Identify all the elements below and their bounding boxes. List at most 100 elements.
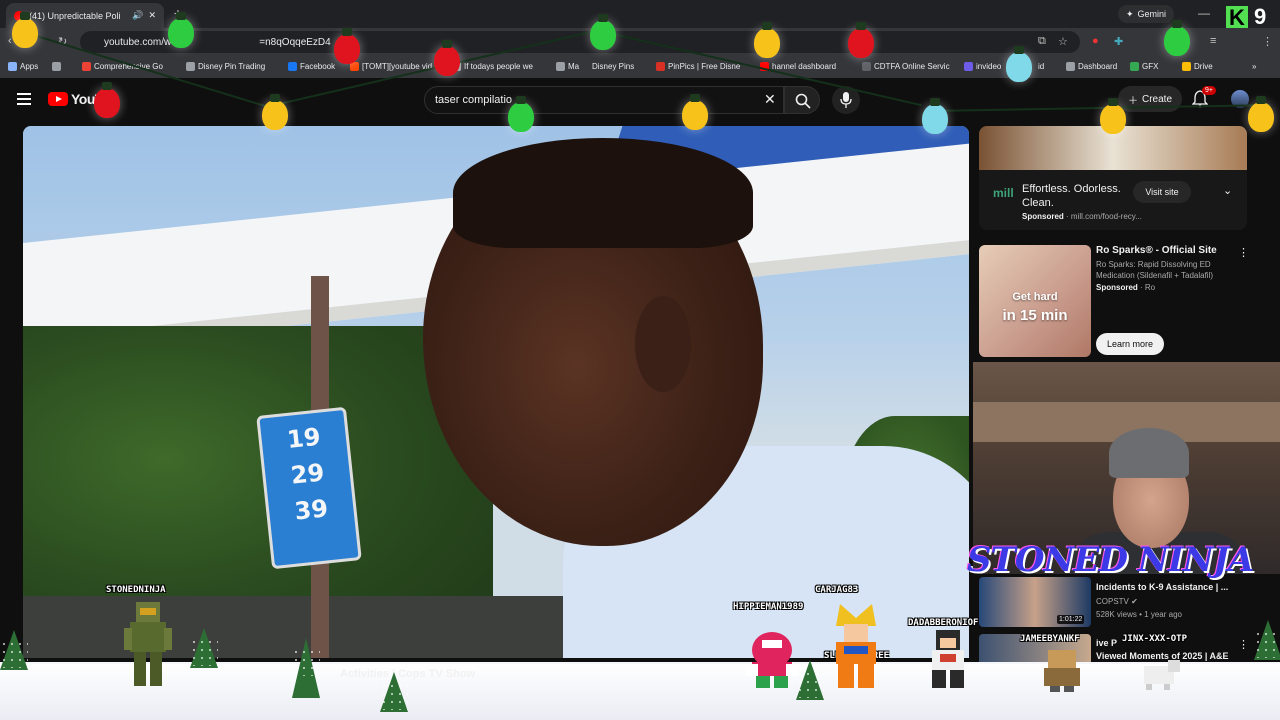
webcam-person-beanie: [1109, 428, 1189, 478]
grid-icon: [52, 62, 61, 71]
sparkle-icon: ✦: [1126, 8, 1134, 19]
recommended-video-title[interactable]: Incidents to K-9 Assistance | ...: [1096, 582, 1236, 592]
minimize-window-icon[interactable]: —: [1198, 6, 1210, 20]
red-light-bulb-icon: [848, 22, 874, 58]
sponsored-label: Sponsored: [1096, 283, 1138, 292]
green-light-bulb-icon: [508, 96, 534, 132]
bookmark-favicon-icon: [186, 62, 195, 71]
bookmark-apps[interactable]: Apps: [8, 62, 38, 71]
video-player[interactable]: 19 29 39: [23, 126, 969, 658]
ad-description: Ro Sparks: Rapid Dissolving ED Medicatio…: [1096, 260, 1214, 280]
gas-price-sign: 19 29 39: [256, 406, 362, 570]
create-label: Create: [1141, 93, 1172, 105]
stoned-ninja-overlay-text: STONED NINJA: [967, 540, 1254, 580]
visit-site-button[interactable]: Visit site: [1133, 181, 1191, 203]
yellow-light-bulb-icon: [1100, 98, 1126, 134]
chat-username-label: JINX-XXX-OTP: [1122, 634, 1188, 644]
red-light-bulb-icon: [434, 40, 460, 76]
microphone-icon: [840, 92, 852, 108]
bookmark-item[interactable]: Ma: [556, 62, 579, 71]
bookmark-favicon-icon: [1130, 62, 1139, 71]
more-options-icon[interactable]: ⋮: [1238, 246, 1249, 259]
ad-thumbnail-ro[interactable]: Get hard in 15 min: [979, 245, 1091, 357]
back-icon[interactable]: ‹: [8, 35, 12, 47]
speaker-icon[interactable]: 🔊: [132, 10, 143, 21]
pine-tree-icon: [380, 672, 408, 712]
red-light-bulb-icon: [334, 28, 360, 64]
search-input[interactable]: taser compilatio: [424, 86, 784, 114]
video-meta: 528K views • 1 year ago: [1096, 610, 1182, 619]
facebook-icon: [288, 62, 297, 71]
bookmark-item[interactable]: Facebook: [288, 62, 335, 71]
media-controls-icon[interactable]: ≡: [1210, 35, 1216, 47]
ad-title: Effortless. Odorless. Clean.: [1022, 183, 1121, 209]
chat-username-label: STONEDNINJA: [106, 585, 166, 595]
bookmark-item[interactable]: CDTFA Online Servic: [862, 62, 950, 71]
bookmark-item[interactable]: Drive: [1182, 62, 1213, 71]
bookmark-item[interactable]: PinPics | Free Disne: [656, 62, 740, 71]
chevron-down-icon[interactable]: ⌄: [1223, 184, 1232, 197]
search-button[interactable]: [784, 86, 820, 114]
chat-username-label: DADABBERONIOF: [908, 618, 979, 628]
bookmark-favicon-icon: [862, 62, 871, 71]
man-ear: [635, 296, 691, 392]
ad-domain: mill.com/food-recy...: [1070, 212, 1142, 221]
megaman-sprite: [932, 630, 964, 688]
clear-search-icon[interactable]: ✕: [764, 91, 776, 108]
bookmark-item[interactable]: id: [1038, 62, 1044, 71]
green-light-bulb-icon: [590, 14, 616, 50]
pine-tree-icon: [1254, 620, 1280, 660]
browser-tabstrip: (41) Unpredictable Poli 🔊 ✕ + ✦ Gemini —…: [0, 0, 1280, 30]
bookmark-item[interactable]: If todays people we: [452, 62, 533, 71]
chat-avatar-sprite: [1044, 650, 1080, 692]
master-chief-sprite: [124, 602, 172, 686]
ad-thumb-text-big: in 15 min: [1002, 307, 1068, 324]
url-tail: =n8qOqqeEzD4: [259, 36, 331, 48]
bookmark-favicon-icon: [1066, 62, 1075, 71]
channel-name[interactable]: COPSTV ✔: [1096, 597, 1138, 606]
youtube-play-icon: [48, 92, 68, 106]
mill-logo: mill: [993, 186, 1014, 200]
pinpics-icon: [656, 62, 665, 71]
install-app-icon[interactable]: ⧉: [1038, 35, 1046, 48]
man-hair: [453, 138, 753, 248]
gemini-label: Gemini: [1137, 9, 1167, 19]
close-tab-icon[interactable]: ✕: [148, 10, 156, 21]
yellow-light-bulb-icon: [754, 22, 780, 58]
gemini-button[interactable]: ✦ Gemini: [1118, 5, 1175, 23]
overlay-number: 9: [1254, 4, 1267, 29]
apps-grid-icon: [8, 62, 17, 71]
extension-red-icon[interactable]: ●: [1092, 35, 1099, 47]
learn-more-button[interactable]: Learn more: [1096, 333, 1164, 355]
search-icon: [795, 93, 811, 109]
bookmark-item[interactable]: Dashboard: [1066, 62, 1117, 71]
hamburger-menu-icon[interactable]: [17, 93, 31, 105]
bookmark-item[interactable]: invideo: [964, 62, 1001, 71]
pine-tree-icon: [796, 660, 824, 700]
tab-title: (41) Unpredictable Poli: [29, 10, 121, 21]
sponsored-label: Sponsored: [1022, 212, 1064, 221]
cyan-light-bulb-icon: [1006, 46, 1032, 82]
bookmark-star-icon[interactable]: ☆: [1058, 35, 1068, 48]
chat-username-label: HIPPIEMAN1989: [733, 602, 804, 612]
extension-puzzle-icon[interactable]: ✚: [1114, 35, 1123, 48]
bookmark-item[interactable]: Disney Pins: [592, 62, 634, 71]
browser-menu-icon[interactable]: ⋮: [1262, 35, 1273, 48]
video-duration: 1:01:22: [1057, 615, 1085, 624]
yellow-light-bulb-icon: [262, 94, 288, 130]
ad-thumb-text: Get hard: [1012, 291, 1058, 303]
red-light-bulb-icon: [94, 82, 120, 118]
ad-sponsor-line: Sponsored · Ro: [1096, 283, 1156, 292]
plus-icon: ＋: [1127, 95, 1138, 107]
more-options-icon[interactable]: ⋮: [1238, 638, 1249, 651]
bookmark-item[interactable]: Disney Pin Trading: [186, 62, 265, 71]
sponsored-ad-mill[interactable]: mill Effortless. Odorless. Clean. Sponso…: [979, 126, 1247, 230]
bookmarks-overflow-icon[interactable]: »: [1252, 62, 1256, 71]
gas-price: 39: [293, 494, 330, 526]
pine-tree-icon: [0, 630, 28, 670]
bookmark-grid[interactable]: [52, 62, 61, 71]
bookmark-item[interactable]: GFX: [1130, 62, 1158, 71]
ad-title[interactable]: Ro Sparks® - Official Site: [1096, 245, 1217, 256]
chat-username-label: CARJAG83: [815, 585, 859, 595]
notification-count-badge: 9+: [1202, 86, 1216, 95]
